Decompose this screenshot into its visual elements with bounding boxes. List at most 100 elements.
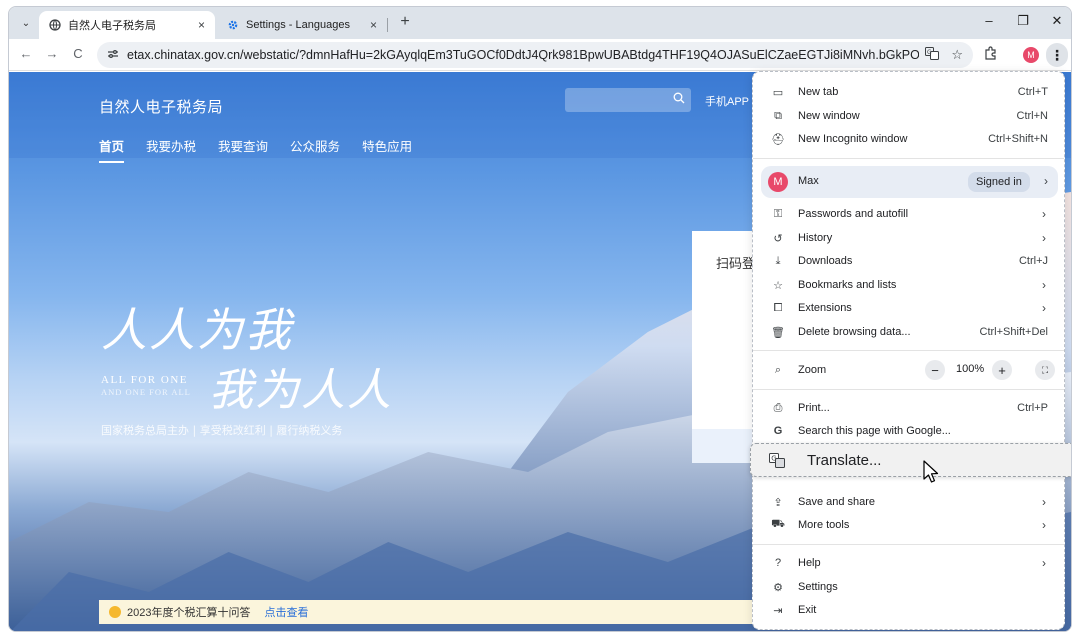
mobile-app-link[interactable]: 手机APP <box>705 93 749 109</box>
menu-item-new-incognito[interactable]: ⛑ New Incognito window Ctrl+Shift+N <box>753 128 1064 150</box>
minimize-button[interactable]: – <box>979 13 999 28</box>
menu-divider <box>753 544 1064 545</box>
tab-strip: ⌄ 自然人电子税务局 × Settings - Languages × + – … <box>9 7 1071 39</box>
menu-item-more-tools[interactable]: ⛟ More tools › <box>753 514 1064 536</box>
browser-window: ⌄ 自然人电子税务局 × Settings - Languages × + – … <box>8 6 1072 632</box>
gear-icon <box>227 19 239 31</box>
menu-item-help[interactable]: ? Help › <box>753 552 1064 574</box>
slogan-english-1: ALL FOR ONE <box>101 374 188 386</box>
menu-item-delete-data[interactable]: 🗑 Delete browsing data... Ctrl+Shift+Del <box>753 321 1064 343</box>
chevron-right-icon: › <box>1042 231 1046 245</box>
url-text: etax.chinatax.gov.cn/webstatic/?dmnHafHu… <box>127 48 920 62</box>
menu-item-bookmarks[interactable]: ☆ Bookmarks and lists › <box>753 274 1064 296</box>
tab-search-button[interactable]: ⌄ <box>15 13 37 33</box>
menu-item-new-tab[interactable]: ▭ New tab Ctrl+T <box>753 81 1064 103</box>
new-tab-icon: ▭ <box>772 86 784 99</box>
chevron-right-icon: › <box>1042 207 1046 221</box>
menu-label: History <box>798 232 833 244</box>
close-tab-icon[interactable]: × <box>370 18 377 32</box>
back-button[interactable]: ← <box>17 46 35 61</box>
chevron-right-icon: › <box>1044 174 1048 188</box>
zoom-icon: ⌕ <box>774 363 782 376</box>
chevron-right-icon: › <box>1042 518 1046 532</box>
globe-icon <box>49 19 61 31</box>
search-icon[interactable] <box>673 92 685 107</box>
menu-label: Passwords and autofill <box>798 208 909 220</box>
menu-item-save-share[interactable]: ⇪ Save and share › <box>753 491 1064 513</box>
menu-item-passwords[interactable]: ⚿ Passwords and autofill › <box>753 203 1064 225</box>
menu-divider <box>753 158 1064 159</box>
tab-separator <box>387 18 388 32</box>
extensions-icon[interactable] <box>984 46 998 63</box>
menu-profile-row[interactable]: M Max Signed in › <box>761 166 1058 198</box>
nav-public-service[interactable]: 公众服务 <box>290 136 340 163</box>
key-icon: ⚿ <box>773 207 783 220</box>
nav-tax-handling[interactable]: 我要办税 <box>146 136 196 163</box>
menu-item-exit[interactable]: ⇥ Exit <box>753 599 1064 621</box>
download-icon: ⤓ <box>775 254 781 267</box>
svg-text:G: G <box>927 49 932 56</box>
close-tab-icon[interactable]: × <box>198 18 205 32</box>
notice-text: 2023年度个税汇算十问答 <box>127 607 251 619</box>
menu-label: Delete browsing data... <box>798 326 911 338</box>
site-title[interactable]: 自然人电子税务局 <box>99 96 223 117</box>
menu-item-search-page[interactable]: G Search this page with Google... <box>753 420 1064 442</box>
reload-button[interactable]: C <box>69 46 87 61</box>
notice-link[interactable]: 点击查看 <box>264 604 308 620</box>
site-search-input[interactable] <box>565 88 691 112</box>
mouse-cursor-icon <box>923 460 939 483</box>
nav-special-apps[interactable]: 特色应用 <box>362 136 412 163</box>
chevron-right-icon: › <box>1042 495 1046 509</box>
menu-item-zoom: ⌕ Zoom − 100% + ⛶ <box>753 359 1064 381</box>
google-icon: G <box>773 425 783 437</box>
menu-label: More tools <box>798 519 850 531</box>
tab-settings-languages[interactable]: Settings - Languages × <box>217 11 387 39</box>
star-icon: ☆ <box>773 279 783 292</box>
menu-shortcut: Ctrl+Shift+N <box>988 133 1048 145</box>
gear-icon: ⚙ <box>773 581 783 594</box>
bookmark-star-icon[interactable]: ☆ <box>951 47 963 63</box>
new-window-icon: ⧉ <box>774 109 782 122</box>
menu-item-settings[interactable]: ⚙ Settings <box>753 576 1064 598</box>
profile-name: Max <box>798 175 819 187</box>
save-share-icon: ⇪ <box>773 496 783 509</box>
menu-shortcut: Ctrl+N <box>1016 110 1048 122</box>
slogan-line-2: 我为人人 <box>209 365 393 416</box>
menu-item-new-window[interactable]: ⧉ New window Ctrl+N <box>753 105 1064 127</box>
close-window-button[interactable]: ✕ <box>1047 13 1067 29</box>
notice-icon <box>109 606 121 618</box>
menu-item-extensions[interactable]: ⧠ Extensions › <box>753 297 1064 319</box>
menu-label: Bookmarks and lists <box>798 279 897 291</box>
nav-query[interactable]: 我要查询 <box>218 136 268 163</box>
menu-shortcut: Ctrl+Shift+Del <box>979 326 1048 338</box>
login-title: 扫码登 <box>716 256 756 271</box>
address-bar[interactable]: etax.chinatax.gov.cn/webstatic/?dmnHafHu… <box>97 42 973 68</box>
new-tab-button[interactable]: + <box>395 13 415 31</box>
toolbar: ← → C etax.chinatax.gov.cn/webstatic/?dm… <box>9 39 1071 71</box>
site-info-icon[interactable] <box>107 49 119 62</box>
fullscreen-icon[interactable]: ⛶ <box>1035 360 1055 380</box>
menu-label: Settings <box>798 581 838 593</box>
translate-icon[interactable]: G <box>925 47 940 63</box>
menu-label: Extensions <box>798 302 852 314</box>
zoom-out-button[interactable]: − <box>925 360 945 380</box>
tab-etax[interactable]: 自然人电子税务局 × <box>39 11 215 39</box>
menu-item-print[interactable]: ⎙ Print... Ctrl+P <box>753 397 1064 419</box>
nav-home[interactable]: 首页 <box>99 136 125 163</box>
menu-label: Print... <box>798 402 830 414</box>
zoom-in-button[interactable]: + <box>992 360 1012 380</box>
menu-label: New Incognito window <box>798 133 908 145</box>
menu-item-history[interactable]: ↺ History › <box>753 227 1064 249</box>
puzzle-icon: ⧠ <box>773 301 783 314</box>
help-icon: ? <box>774 557 782 569</box>
profile-avatar[interactable]: M <box>1023 47 1039 63</box>
chrome-menu: ▭ New tab Ctrl+T ⧉ New window Ctrl+N ⛑ N… <box>752 71 1065 630</box>
svg-text:G: G <box>771 455 776 463</box>
notice-bar: 2023年度个税汇算十问答 点击查看 <box>99 600 761 624</box>
menu-item-downloads[interactable]: ⤓ Downloads Ctrl+J <box>753 250 1064 272</box>
restore-button[interactable]: ❐ <box>1013 13 1033 29</box>
menu-label: Zoom <box>798 364 827 376</box>
chrome-menu-button[interactable]: ⋮ <box>1046 43 1068 67</box>
forward-button[interactable]: → <box>43 46 61 61</box>
translate-menu-item[interactable]: G Translate... <box>750 443 1071 477</box>
